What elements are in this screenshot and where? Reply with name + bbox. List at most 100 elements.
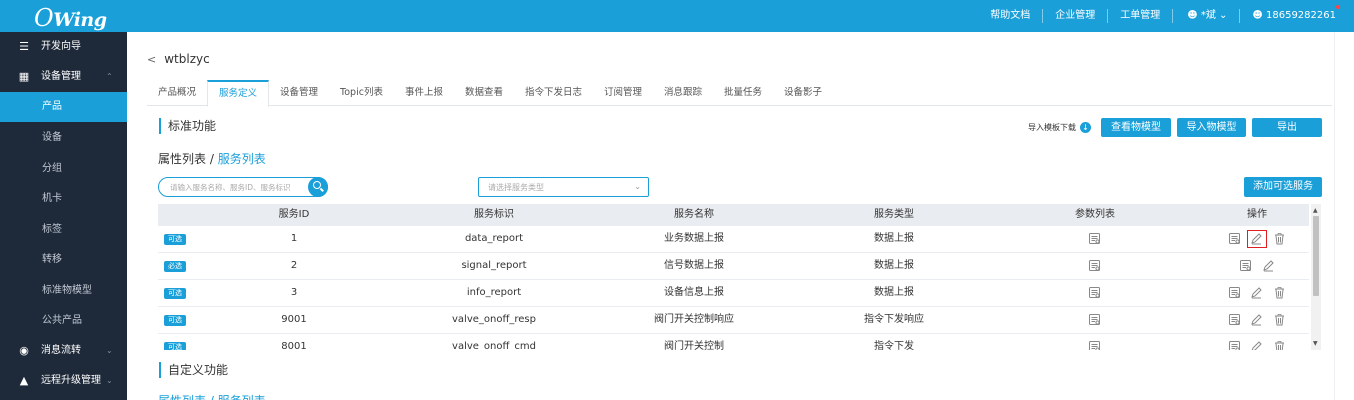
sidebar: ☰ 开发向导 ▦ 设备管理 ⌃ 产品 设备 分组 机卡 标签 转移 标准物模型 公共产… [0,32,127,400]
help-docs-link[interactable]: 帮助文档 [978,9,1042,23]
tab-command-log[interactable]: 指令下发日志 [514,80,593,106]
custom-breadcrumb[interactable]: 属性列表 / 服务列表 [158,392,266,400]
col-actions: 操作 [1247,209,1267,220]
tab-subscription[interactable]: 订阅管理 [593,80,653,106]
service-table: 服务ID 服务标识 服务名称 服务类型 参数列表 操作 可选 1 data_repo… [158,204,1321,350]
sidebar-item-sim[interactable]: 机卡 [0,184,127,214]
params-list-icon[interactable] [1088,232,1102,246]
edit-icon[interactable] [1250,286,1264,300]
top-nav: 帮助文档 企业管理 工单管理 ☻ *斌 ⌄ ☻ 18659282261 [978,0,1354,32]
service-type-select[interactable]: 请选择服务类型 ⌄ [478,177,649,197]
detail-icon[interactable] [1228,232,1242,246]
service-key: data_report [464,233,524,244]
search-input[interactable]: 请输入服务名称、服务ID、服务标识 [158,177,328,197]
scroll-up-icon[interactable]: ▲ [1313,207,1318,214]
sidebar-item-message-flow[interactable]: ◉ 消息流转 ⌄ [0,336,127,366]
required-badge: 必选 [164,261,186,272]
edit-icon[interactable] [1250,313,1264,327]
tab-overview[interactable]: 产品概况 [147,80,207,106]
logo[interactable]: OWing [34,4,107,32]
guide-icon: ☰ [19,40,29,53]
tab-event-report[interactable]: 事件上报 [394,80,454,106]
property-list-link[interactable]: 属性列表 / [158,152,218,166]
col-params: 参数列表 [1075,209,1115,220]
person-icon: ☻ [1252,10,1266,21]
sidebar-item-standard-model[interactable]: 标准物模型 [0,276,127,306]
notification-dot [1336,5,1340,9]
delete-icon[interactable] [1273,313,1287,327]
template-download-link[interactable]: 导入模板下载 ↓ [1028,122,1091,133]
col-service-name: 服务名称 [674,209,714,220]
ticket-link[interactable]: 工单管理 [1107,9,1172,23]
import-model-button[interactable]: 导入物模型 [1177,118,1246,137]
delete-icon[interactable] [1273,340,1287,350]
params-list-icon[interactable] [1088,259,1102,273]
service-name: 阀门开关控制响应 [654,314,734,325]
main-content: < wtblzyc 产品概况 服务定义 设备管理 Topic列表 事件上报 数据查… [127,32,1354,400]
service-id: 2 [290,260,298,271]
scroll-down-icon[interactable]: ▼ [1313,340,1318,347]
scroll-thumb[interactable] [1313,216,1319,296]
sidebar-item-ota[interactable]: ▲ 远程升级管理 ⌄ [0,366,127,396]
params-list-icon[interactable] [1088,286,1102,300]
search-placeholder: 请输入服务名称、服务ID、服务标识 [170,183,291,192]
sidebar-item-device[interactable]: 设备 [0,123,127,153]
edit-icon[interactable] [1262,259,1276,273]
back-arrow-icon: < [147,53,157,66]
detail-icon[interactable] [1239,259,1253,273]
tab-device-shadow[interactable]: 设备影子 [773,80,833,106]
sidebar-item-tag[interactable]: 标签 [0,215,127,245]
back-link[interactable]: < wtblzyc [147,52,210,66]
service-id: 3 [290,287,298,298]
service-id: 9001 [281,314,307,325]
tab-topic-list[interactable]: Topic列表 [329,80,394,106]
detail-icon[interactable] [1228,313,1242,327]
detail-icon[interactable] [1228,286,1242,300]
params-list-icon[interactable] [1088,313,1102,327]
service-id: 8001 [281,341,307,350]
required-badge: 可选 [164,315,186,326]
edit-icon[interactable] [1247,230,1267,248]
service-type: 指令下发响应 [864,314,924,325]
user-icon: ☻ [1187,10,1201,21]
account-phone[interactable]: ☻ 18659282261 [1239,5,1354,23]
chevron-down-icon: ⌄ [1219,10,1228,21]
tab-data-view[interactable]: 数据查看 [454,80,514,106]
table-row: 可选 3 info_report 设备信息上报 数据上报 [158,280,1309,307]
sidebar-item-guide[interactable]: ☰ 开发向导 [0,32,127,62]
enterprise-link[interactable]: 企业管理 [1042,9,1107,23]
sidebar-item-device-mgmt[interactable]: ▦ 设备管理 ⌃ [0,62,127,92]
page-scrollbar[interactable] [1334,32,1354,400]
product-name: wtblzyc [164,52,210,66]
breadcrumb: 属性列表 / 服务列表 [158,150,266,167]
tab-service-definition[interactable]: 服务定义 [207,80,270,107]
detail-icon[interactable] [1228,340,1242,350]
tab-message-trace[interactable]: 消息跟踪 [653,80,713,106]
view-model-button[interactable]: 查看物模型 [1101,118,1171,137]
sidebar-item-group[interactable]: 分组 [0,154,127,184]
service-type: 数据上报 [874,233,914,244]
service-name: 阀门开关控制 [664,341,724,350]
tab-device-mgmt[interactable]: 设备管理 [269,80,329,106]
table-row: 必选 2 signal_report 信号数据上报 数据上报 [158,253,1309,280]
sidebar-item-transfer[interactable]: 转移 [0,245,127,275]
table-scrollbar[interactable]: ▲ ▼ [1311,204,1321,350]
user-menu[interactable]: ☻ *斌 ⌄ [1172,9,1239,23]
export-button[interactable]: 导出 [1252,118,1322,137]
chevron-up-icon: ⌃ [106,72,113,81]
service-list-link[interactable]: 服务列表 [218,152,266,166]
edit-icon[interactable] [1250,340,1264,350]
search-button[interactable] [308,177,328,197]
col-service-type: 服务类型 [874,209,914,220]
sidebar-item-public-product[interactable]: 公共产品 [0,306,127,336]
chevron-down-icon: ⌄ [106,346,113,355]
service-key: info_report [466,287,522,298]
standard-functions-title: 标准功能 [159,118,216,134]
add-optional-service-button[interactable]: 添加可选服务 [1244,177,1322,197]
service-key: valve_onoff_resp [452,314,536,325]
delete-icon[interactable] [1273,232,1287,246]
params-list-icon[interactable] [1088,340,1102,350]
tab-batch-task[interactable]: 批量任务 [713,80,773,106]
delete-icon[interactable] [1273,286,1287,300]
sidebar-item-product[interactable]: 产品 [0,92,127,122]
